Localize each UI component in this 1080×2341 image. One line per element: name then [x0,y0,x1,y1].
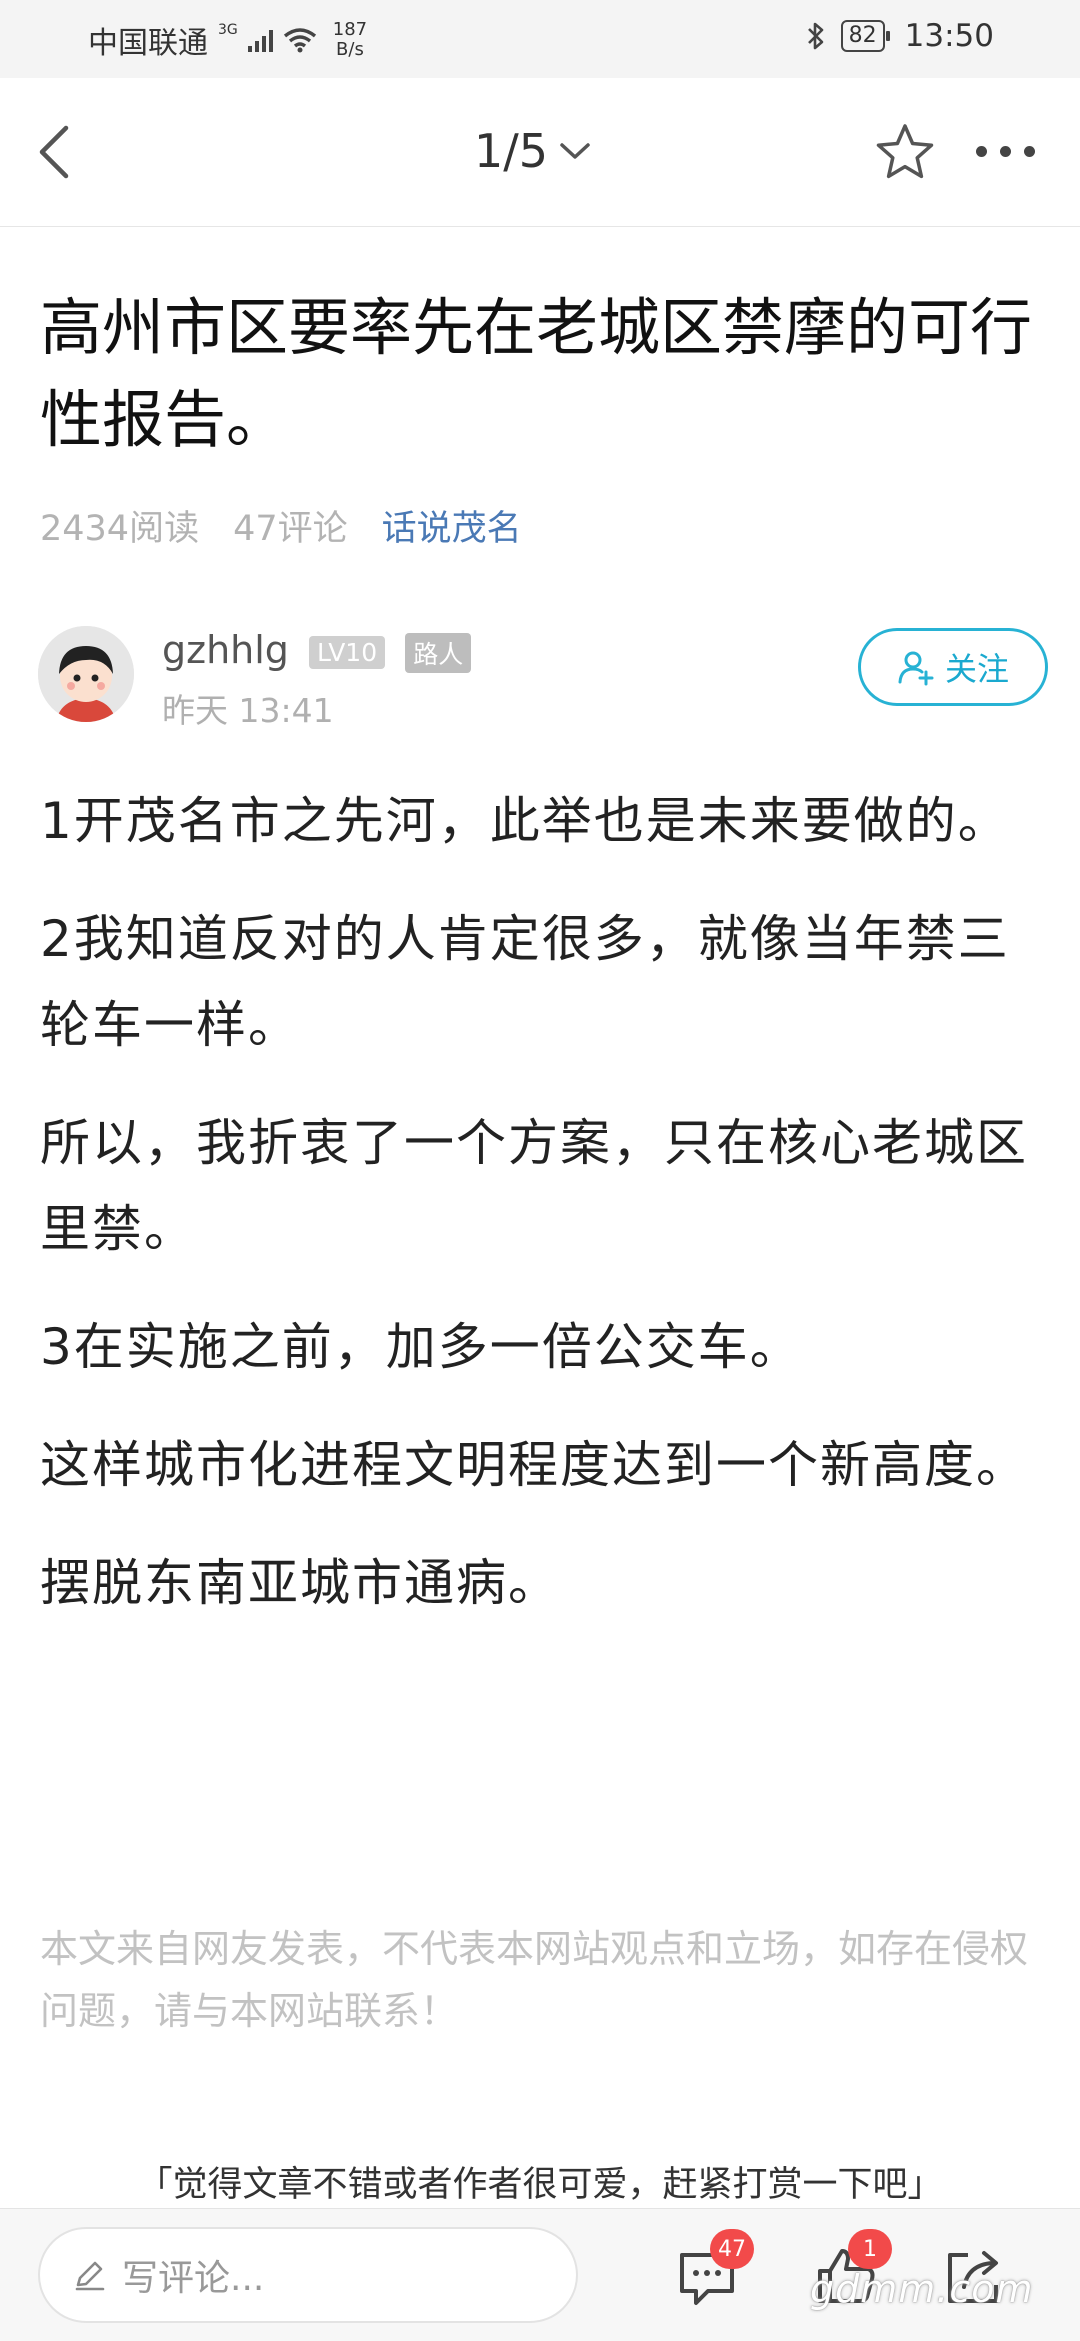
battery-indicator: 82 [840,20,890,52]
bottom-action-bar: 写评论... 47 1 gdmm.com [0,2208,1080,2341]
article-body: 1开茂名市之先河，此举也是未来要做的。 2我知道反对的人肯定很多，就像当年禁三轮… [40,778,1050,1658]
clock: 13:50 [904,18,994,54]
follow-label: 关注 [944,650,1009,688]
author-name-line: gzhhlg LV10 路人 [162,628,472,673]
pencil-icon [75,2261,105,2291]
bluetooth-icon [807,22,823,50]
site-watermark: gdmm.com [810,2267,1034,2311]
reward-prompt: 「觉得文章不错或者作者很可爱，赶紧打赏一下吧」 [137,2165,943,2205]
network-type: 3G [218,22,238,38]
status-right: 82 13:50 [805,18,994,54]
paragraph: 所以，我折衷了一个方案，只在核心老城区里禁。 [40,1114,1028,1258]
paragraph: 这样城市化进程文明程度达到一个新高度。 [40,1436,1028,1494]
wifi-icon [283,28,316,53]
level-badge: LV10 [309,636,386,669]
page-indicator: 1/5 [474,124,549,178]
paragraph: 3在实施之前，加多一倍公交车。 [40,1318,802,1376]
add-user-icon [898,651,934,686]
comment-count: 47评论 [233,509,348,549]
forum-link[interactable]: 话说茂名 [382,500,522,551]
author-name[interactable]: gzhhlg [162,628,289,672]
article-title: 高州市区要率先在老城区禁摩的可行性报告。 [40,291,1033,456]
status-left: 中国联通 3G 187 B/s [88,18,367,62]
network-speed: 187 B/s [333,20,367,60]
paragraph: 1开茂名市之先河，此举也是未来要做的。 [40,792,1010,850]
comment-placeholder: 写评论... [122,2258,265,2299]
paragraph: 摆脱东南亚城市通病。 [40,1554,560,1612]
top-nav-bar: 1/5 [0,78,1080,227]
comment-input[interactable]: 写评论... [38,2227,578,2323]
avatar-illustration [38,626,134,722]
avatar[interactable] [38,626,134,722]
article-meta: 2434阅读 47评论 话说茂名 [40,500,522,551]
signal-icon [247,28,273,52]
author-row: gzhhlg LV10 路人 昨天 13:41 关注 [38,624,1048,734]
read-count: 2434阅读 [40,509,200,549]
status-bar: 中国联通 3G 187 B/s 82 13:50 [0,0,1080,78]
speed-value: 187 [332,19,368,40]
role-badge: 路人 [405,632,472,673]
like-count-badge: 1 [848,2229,892,2269]
more-options-icon[interactable] [976,146,1035,157]
chevron-down-icon [560,143,590,159]
favorite-star-icon[interactable] [870,118,940,188]
post-time: 昨天 13:41 [162,691,334,730]
paragraph: 2我知道反对的人肯定很多，就像当年禁三轮车一样。 [40,910,1010,1054]
comments-button[interactable]: 47 [672,2229,754,2311]
follow-button[interactable]: 关注 [858,628,1048,706]
comment-count-badge: 47 [710,2229,754,2269]
page-selector[interactable]: 1/5 [474,124,592,178]
carrier-name: 中国联通 [88,26,208,61]
disclaimer-text: 本文来自网友发表，不代表本网站观点和立场，如存在侵权问题，请与本网站联系！ [40,1927,1029,2033]
speed-unit: B/s [336,39,364,60]
back-arrow-icon[interactable] [28,120,88,184]
